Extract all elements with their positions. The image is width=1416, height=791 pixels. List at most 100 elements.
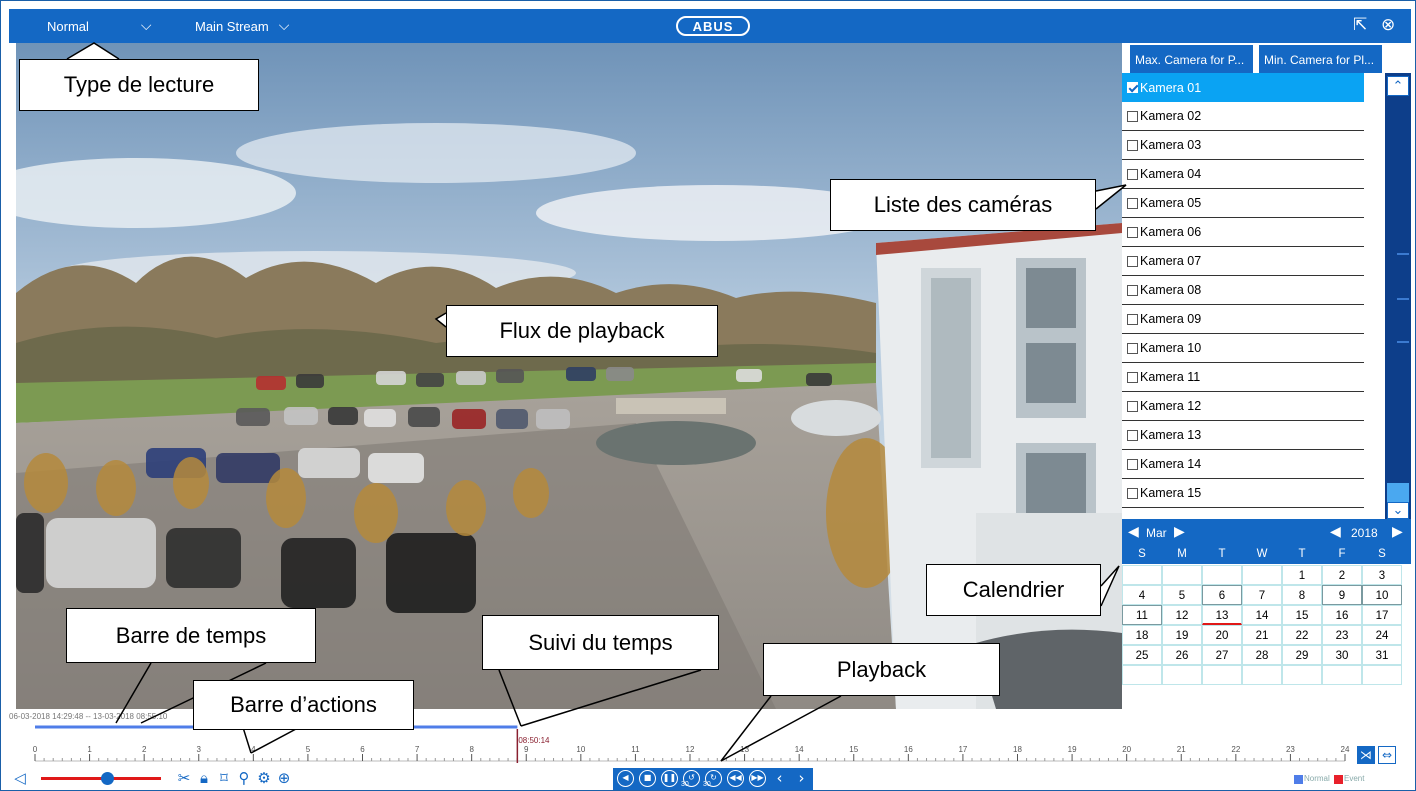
calendar-day[interactable]: 26 xyxy=(1162,645,1202,665)
volume-slider[interactable] xyxy=(41,772,161,785)
calendar-day[interactable]: 11 xyxy=(1122,605,1162,625)
camera-checkbox[interactable] xyxy=(1127,342,1138,354)
playback-type-dropdown[interactable]: Normal ⌵ xyxy=(47,9,152,43)
calendar-day[interactable]: 14 xyxy=(1242,605,1282,625)
calendar-day[interactable]: 15 xyxy=(1282,605,1322,625)
camera-checkbox[interactable] xyxy=(1127,429,1138,441)
camera-item[interactable]: Kamera 07 xyxy=(1122,247,1364,276)
camera-item[interactable]: Kamera 03 xyxy=(1122,131,1364,160)
camera-item[interactable]: Kamera 08 xyxy=(1122,276,1364,305)
camera-item[interactable]: Kamera 06 xyxy=(1122,218,1364,247)
fast-icon[interactable]: ▶▶ xyxy=(749,770,766,787)
camera-item[interactable]: Kamera 14 xyxy=(1122,450,1364,479)
slow-icon[interactable]: ◀◀ xyxy=(727,770,744,787)
calendar-day[interactable]: 25 xyxy=(1122,645,1162,665)
reverse-play-icon[interactable]: ◀ xyxy=(617,770,634,787)
calendar-day[interactable]: 1 xyxy=(1282,565,1322,585)
calendar-day[interactable]: 8 xyxy=(1282,585,1322,605)
calendar-day[interactable]: 9 xyxy=(1322,585,1362,605)
calendar-day[interactable]: 18 xyxy=(1122,625,1162,645)
zoom-in-timeline-icon[interactable]: ⋊ xyxy=(1357,746,1375,764)
camera-checkbox[interactable] xyxy=(1127,82,1138,93)
calendar-day[interactable]: 28 xyxy=(1242,645,1282,665)
pause-icon[interactable]: ❚❚ xyxy=(661,770,678,787)
camera-checkbox[interactable] xyxy=(1127,255,1138,267)
legend-event-swatch xyxy=(1334,775,1343,784)
zoom-icon[interactable]: ⊕ xyxy=(275,769,293,787)
camera-item[interactable]: Kamera 02 xyxy=(1122,102,1364,131)
camera-checkbox[interactable] xyxy=(1127,139,1138,151)
calendar-day[interactable]: 23 xyxy=(1322,625,1362,645)
tab-max-camera[interactable]: Max. Camera for P... xyxy=(1130,45,1253,74)
calendar-day[interactable]: 12 xyxy=(1162,605,1202,625)
zoom-out-timeline-icon[interactable]: ⇔ xyxy=(1378,746,1396,764)
calendar-day[interactable]: 4 xyxy=(1122,585,1162,605)
next-year-icon[interactable]: ▶ xyxy=(1392,524,1403,540)
calendar-day[interactable]: 3 xyxy=(1362,565,1402,585)
previous-icon[interactable]: ‹ xyxy=(771,770,788,787)
camera-checkbox[interactable] xyxy=(1127,400,1138,412)
search-person-icon[interactable]: ⚲ xyxy=(235,769,253,787)
calendar-day[interactable]: 2 xyxy=(1322,565,1362,585)
close-icon[interactable]: ⊗ xyxy=(1381,15,1395,35)
camera-item[interactable]: Kamera 09 xyxy=(1122,305,1364,334)
bookmark-icon[interactable]: ⌑ xyxy=(215,769,233,787)
calendar-day[interactable]: 17 xyxy=(1362,605,1402,625)
scroll-up-icon[interactable]: ⌃ xyxy=(1387,76,1409,96)
camera-checkbox[interactable] xyxy=(1127,110,1138,122)
calendar-day[interactable]: 5 xyxy=(1162,585,1202,605)
camera-item[interactable]: Kamera 04 xyxy=(1122,160,1364,189)
stream-dropdown[interactable]: Main Stream ⌵ xyxy=(195,9,289,43)
hour-label: 20 xyxy=(1122,745,1131,754)
calendar-day[interactable]: 27 xyxy=(1202,645,1242,665)
scroll-down-icon[interactable]: ⌄ xyxy=(1387,502,1409,519)
scroll-thumb[interactable] xyxy=(1387,483,1409,503)
weekday-header: F xyxy=(1338,548,1346,560)
calendar-day[interactable]: 7 xyxy=(1242,585,1282,605)
camera-checkbox[interactable] xyxy=(1127,197,1138,209)
settings-icon[interactable]: ⚙ xyxy=(255,769,273,787)
camera-item[interactable]: Kamera 01 xyxy=(1122,73,1364,102)
camera-checkbox[interactable] xyxy=(1127,371,1138,383)
stop-icon[interactable]: ■ xyxy=(639,770,656,787)
camera-checkbox[interactable] xyxy=(1127,168,1138,180)
calendar-day[interactable]: 13 xyxy=(1202,605,1242,625)
calendar-day[interactable]: 16 xyxy=(1322,605,1362,625)
stream-value: Main Stream xyxy=(195,18,269,34)
calendar-day[interactable]: 24 xyxy=(1362,625,1402,645)
hour-label: 14 xyxy=(795,745,804,754)
camera-item[interactable]: Kamera 13 xyxy=(1122,421,1364,450)
camera-checkbox[interactable] xyxy=(1127,284,1138,296)
calendar-day[interactable]: 30 xyxy=(1322,645,1362,665)
speaker-icon[interactable]: ◁ xyxy=(11,769,29,787)
next-month-icon[interactable]: ▶ xyxy=(1174,524,1185,540)
calendar-day[interactable]: 19 xyxy=(1162,625,1202,645)
camera-checkbox[interactable] xyxy=(1127,226,1138,238)
tab-min-camera[interactable]: Min. Camera for Pl... xyxy=(1259,45,1382,74)
prev-year-icon[interactable]: ◀ xyxy=(1330,524,1341,540)
camera-checkbox[interactable] xyxy=(1127,313,1138,325)
calendar-day[interactable]: 10 xyxy=(1362,585,1402,605)
camera-label: Kamera 15 xyxy=(1140,486,1202,500)
camera-item[interactable]: Kamera 11 xyxy=(1122,363,1364,392)
calendar-day[interactable]: 20 xyxy=(1202,625,1242,645)
calendar-day[interactable]: 22 xyxy=(1282,625,1322,645)
camera-item[interactable]: Kamera 05 xyxy=(1122,189,1364,218)
camera-item[interactable]: Kamera 10 xyxy=(1122,334,1364,363)
calendar-day[interactable]: 6 xyxy=(1202,585,1242,605)
clip-icon[interactable]: ✂ xyxy=(175,769,193,787)
camera-list-scrollbar[interactable]: ⌃ ⌄ xyxy=(1385,73,1411,519)
hour-label: 16 xyxy=(904,745,913,754)
calendar-day[interactable]: 21 xyxy=(1242,625,1282,645)
camera-item[interactable]: Kamera 12 xyxy=(1122,392,1364,421)
prev-month-icon[interactable]: ◀ xyxy=(1128,524,1139,540)
lock-icon[interactable]: 🔒︎ xyxy=(195,769,213,787)
calendar-day[interactable]: 31 xyxy=(1362,645,1402,665)
next-icon[interactable]: › xyxy=(793,770,810,787)
exit-fullscreen-icon[interactable]: ⇱ xyxy=(1353,15,1367,35)
volume-slider-knob[interactable] xyxy=(101,772,114,785)
camera-checkbox[interactable] xyxy=(1127,458,1138,470)
calendar-day[interactable]: 29 xyxy=(1282,645,1322,665)
camera-item[interactable]: Kamera 15 xyxy=(1122,479,1364,508)
camera-checkbox[interactable] xyxy=(1127,487,1138,499)
